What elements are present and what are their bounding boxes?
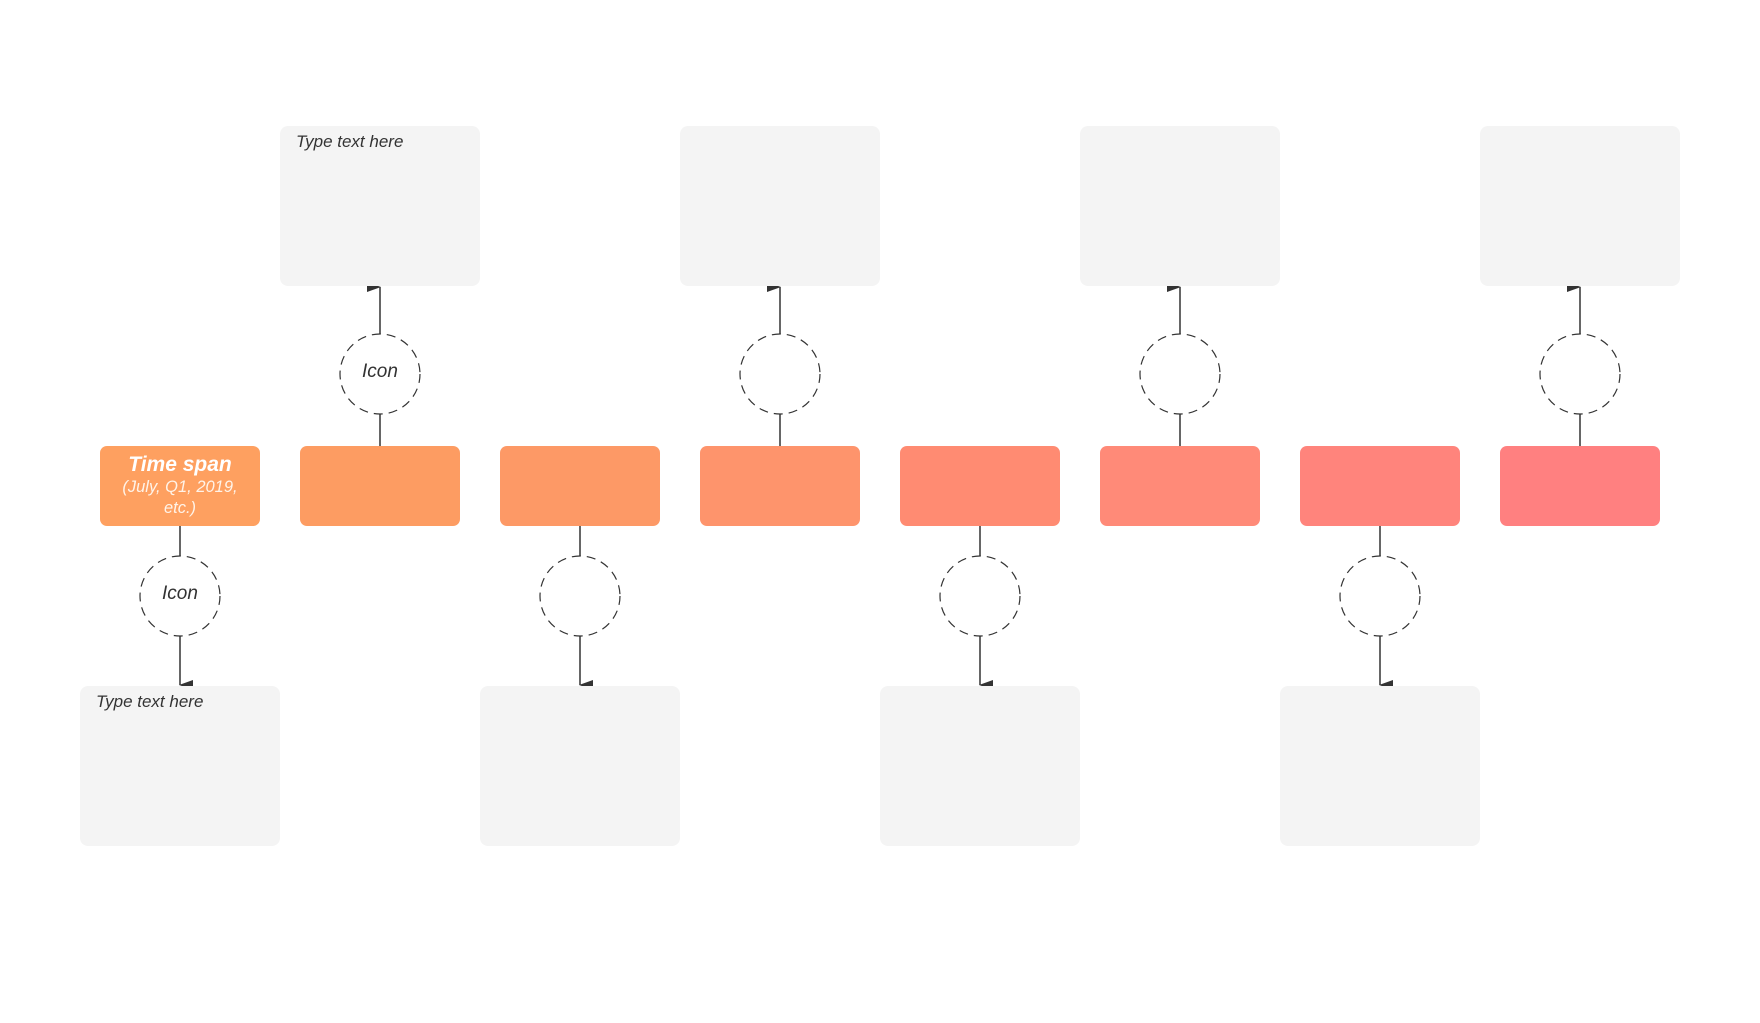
time-span-box[interactable]: [1500, 446, 1660, 526]
icon-label: Icon: [162, 583, 198, 604]
time-span-box[interactable]: [1100, 446, 1260, 526]
text-note-box[interactable]: [1480, 126, 1680, 286]
note-text: Type text here: [96, 692, 204, 711]
icon-placeholder-circle[interactable]: [1139, 333, 1221, 415]
text-note-box[interactable]: [680, 126, 880, 286]
text-note-box[interactable]: [1280, 686, 1480, 846]
text-note-box[interactable]: [1080, 126, 1280, 286]
icon-placeholder-circle[interactable]: [1339, 555, 1421, 637]
icon-placeholder-circle[interactable]: [939, 555, 1021, 637]
text-note-box[interactable]: Type text here: [80, 686, 280, 846]
time-span-box[interactable]: Time span (July, Q1, 2019, etc.): [100, 446, 260, 526]
time-span-subtitle: (July, Q1, 2019, etc.): [122, 478, 238, 517]
time-span-box[interactable]: [700, 446, 860, 526]
time-span-box[interactable]: [900, 446, 1060, 526]
text-note-box[interactable]: [880, 686, 1080, 846]
text-note-box[interactable]: [480, 686, 680, 846]
time-span-box[interactable]: [300, 446, 460, 526]
note-text: Type text here: [296, 132, 404, 151]
timeline-canvas: Time span (July, Q1, 2019, etc.) Icon Type …: [0, 0, 1760, 1023]
text-note-box[interactable]: Type text here: [280, 126, 480, 286]
time-span-box[interactable]: [1300, 446, 1460, 526]
time-span-box[interactable]: [500, 446, 660, 526]
icon-placeholder-circle[interactable]: [539, 555, 621, 637]
icon-placeholder-circle[interactable]: [1539, 333, 1621, 415]
icon-label: Icon: [362, 361, 398, 382]
icon-placeholder-circle[interactable]: [739, 333, 821, 415]
time-span-title: Time span: [128, 453, 232, 476]
